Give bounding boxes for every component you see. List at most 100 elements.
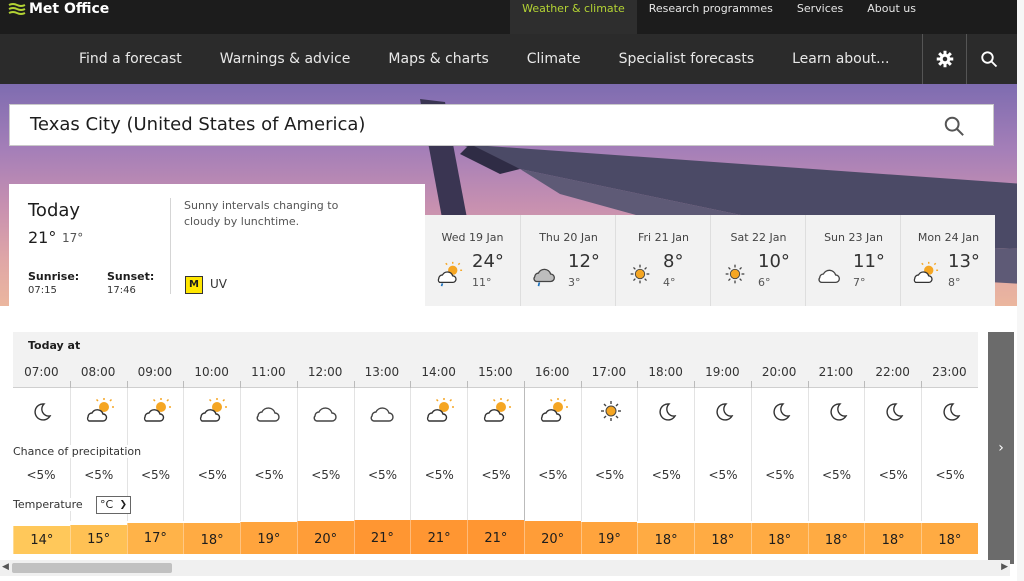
nav-find-forecast[interactable]: Find a forecast: [60, 34, 201, 84]
sun-cloud-icon: [143, 398, 171, 422]
precip-value: <5%: [26, 468, 56, 482]
nav-learn-about[interactable]: Learn about...: [773, 34, 908, 84]
temperature-cell: 18°: [921, 522, 978, 554]
hour-column: <5%: [750, 388, 808, 521]
tick-mark: [183, 381, 185, 388]
uv-badge: M: [185, 276, 203, 294]
today-max-temp: 21°: [28, 228, 57, 247]
scroll-right-button[interactable]: ›: [988, 332, 1014, 564]
hour-column: <5%: [580, 388, 638, 521]
day-tab[interactable]: Wed 19 Jan 24° 11°: [425, 215, 520, 306]
day-tabs: Wed 19 Jan 24° 11° Thu 20 Jan 12° 3° Fri…: [425, 215, 995, 306]
vertical-scrollbar[interactable]: [1017, 0, 1024, 581]
unit-value: °C: [100, 498, 114, 511]
hour-column: <5%: [240, 388, 297, 521]
day-date: Sun 23 Jan: [824, 231, 883, 244]
day-tab[interactable]: Sun 23 Jan 11° 7°: [805, 215, 900, 306]
hour-column: <5%: [864, 388, 921, 521]
temperature-row: 14° 15° 17° 18° 19° 20° 21° 21° 21° 20° 19° 18° 18° 1…: [13, 520, 978, 554]
nav-climate[interactable]: Climate: [508, 34, 600, 84]
hour-label: 17:00: [580, 356, 638, 388]
horizontal-scrollbar[interactable]: ◀ ▶: [0, 560, 1010, 576]
tick-mark: [807, 381, 809, 388]
temperature-cell: 18°: [750, 522, 808, 554]
sun-cloud-icon: [427, 398, 455, 422]
brand-name: Met Office: [29, 1, 110, 17]
day-tab[interactable]: Mon 24 Jan 13° 8°: [900, 215, 995, 306]
uv-label: UV: [210, 277, 227, 291]
sun-icon: [630, 264, 650, 284]
day-max-temp: 12°: [568, 251, 600, 272]
settings-button[interactable]: [922, 34, 966, 84]
top-bar: Met Office Weather & climate Research pr…: [0, 0, 1024, 34]
sun-cloud-icon: [86, 398, 114, 422]
temperature-cell: 20°: [523, 520, 581, 554]
temperature-cell: 17°: [126, 523, 184, 554]
toplink-weather-climate[interactable]: Weather & climate: [510, 0, 637, 34]
hour-column: <5%: [807, 388, 865, 521]
today-min-temp: 17°: [62, 231, 84, 245]
tick-mark: [69, 381, 71, 388]
day-min-temp: 7°: [853, 276, 866, 289]
temperature-cell: 21°: [353, 520, 411, 554]
day-min-temp: 6°: [758, 276, 771, 289]
hour-label: 22:00: [864, 356, 921, 388]
nav-warnings[interactable]: Warnings & advice: [201, 34, 370, 84]
temperature-cell: 18°: [864, 522, 921, 554]
today-summary: Sunny intervals changing to cloudy by lu…: [184, 199, 339, 228]
day-max-temp: 8°: [663, 251, 684, 272]
hours-row: 07:00 08:00 09:00 10:00 11:00 12:00 13:00 14:00…: [13, 356, 978, 388]
hour-label: 15:00: [467, 356, 524, 388]
precip-label: Chance of precipitation: [13, 445, 146, 458]
hour-label: 19:00: [694, 356, 751, 388]
search-icon[interactable]: [943, 115, 965, 137]
toplink-services[interactable]: Services: [785, 0, 855, 34]
cloud-icon: [313, 407, 337, 422]
sunrise-label: Sunrise:: [28, 270, 80, 283]
logo-mark-icon: [8, 3, 26, 15]
nav-maps-charts[interactable]: Maps & charts: [369, 34, 507, 84]
toplink-about[interactable]: About us: [855, 0, 1024, 34]
met-office-logo[interactable]: Met Office: [8, 0, 109, 18]
day-tab[interactable]: Sat 22 Jan 10° 6°: [710, 215, 805, 306]
toplink-research[interactable]: Research programmes: [637, 0, 785, 34]
hour-label: 12:00: [296, 356, 354, 388]
hour-column: <5%: [523, 388, 581, 521]
day-tab[interactable]: Fri 21 Jan 8° 4°: [615, 215, 710, 306]
day-date: Fri 21 Jan: [637, 231, 690, 244]
tick-mark: [921, 381, 922, 388]
sun-icon: [725, 264, 745, 284]
hour-label: 14:00: [410, 356, 467, 388]
day-max-temp: 11°: [853, 251, 885, 272]
hour-label: 21:00: [807, 356, 865, 388]
precip-value: <5%: [424, 468, 454, 482]
day-min-temp: 4°: [663, 276, 676, 289]
precip-value: <5%: [765, 468, 795, 482]
site-search-button[interactable]: [966, 34, 1010, 84]
tick-mark: [410, 381, 412, 388]
hour-label: 10:00: [183, 356, 240, 388]
hourly-heading: Today at: [13, 332, 978, 356]
scrollbar-thumb[interactable]: [12, 563, 172, 573]
precip-value: <5%: [254, 468, 284, 482]
cloud-icon: [256, 407, 280, 422]
hour-label: 08:00: [69, 356, 127, 388]
hour-column: <5%: [921, 388, 978, 521]
day-max-temp: 24°: [472, 251, 504, 272]
hour-column: <5%: [694, 388, 751, 521]
chevron-right-icon: ›: [998, 440, 1004, 456]
temperature-label: Temperature: [13, 498, 87, 511]
today-card[interactable]: Today 21° 17° Sunrise: 07:15 Sunset: 17:…: [9, 184, 425, 306]
nav-specialist[interactable]: Specialist forecasts: [600, 34, 773, 84]
precip-value: <5%: [84, 468, 114, 482]
scroll-left-arrow-icon[interactable]: ◀: [2, 562, 9, 572]
scroll-right-arrow-icon[interactable]: ▶: [1001, 562, 1008, 572]
moon-icon: [829, 403, 847, 421]
sun-icon: [600, 401, 621, 421]
location-search-input[interactable]: Texas City (United States of America): [9, 104, 994, 146]
day-min-temp: 11°: [472, 276, 492, 289]
day-tab[interactable]: Thu 20 Jan 12° 3°: [520, 215, 615, 306]
chevron-down-icon: ❯: [119, 500, 127, 510]
temperature-unit-select[interactable]: °C ❯: [96, 496, 131, 514]
temperature-cell: 18°: [637, 522, 694, 554]
